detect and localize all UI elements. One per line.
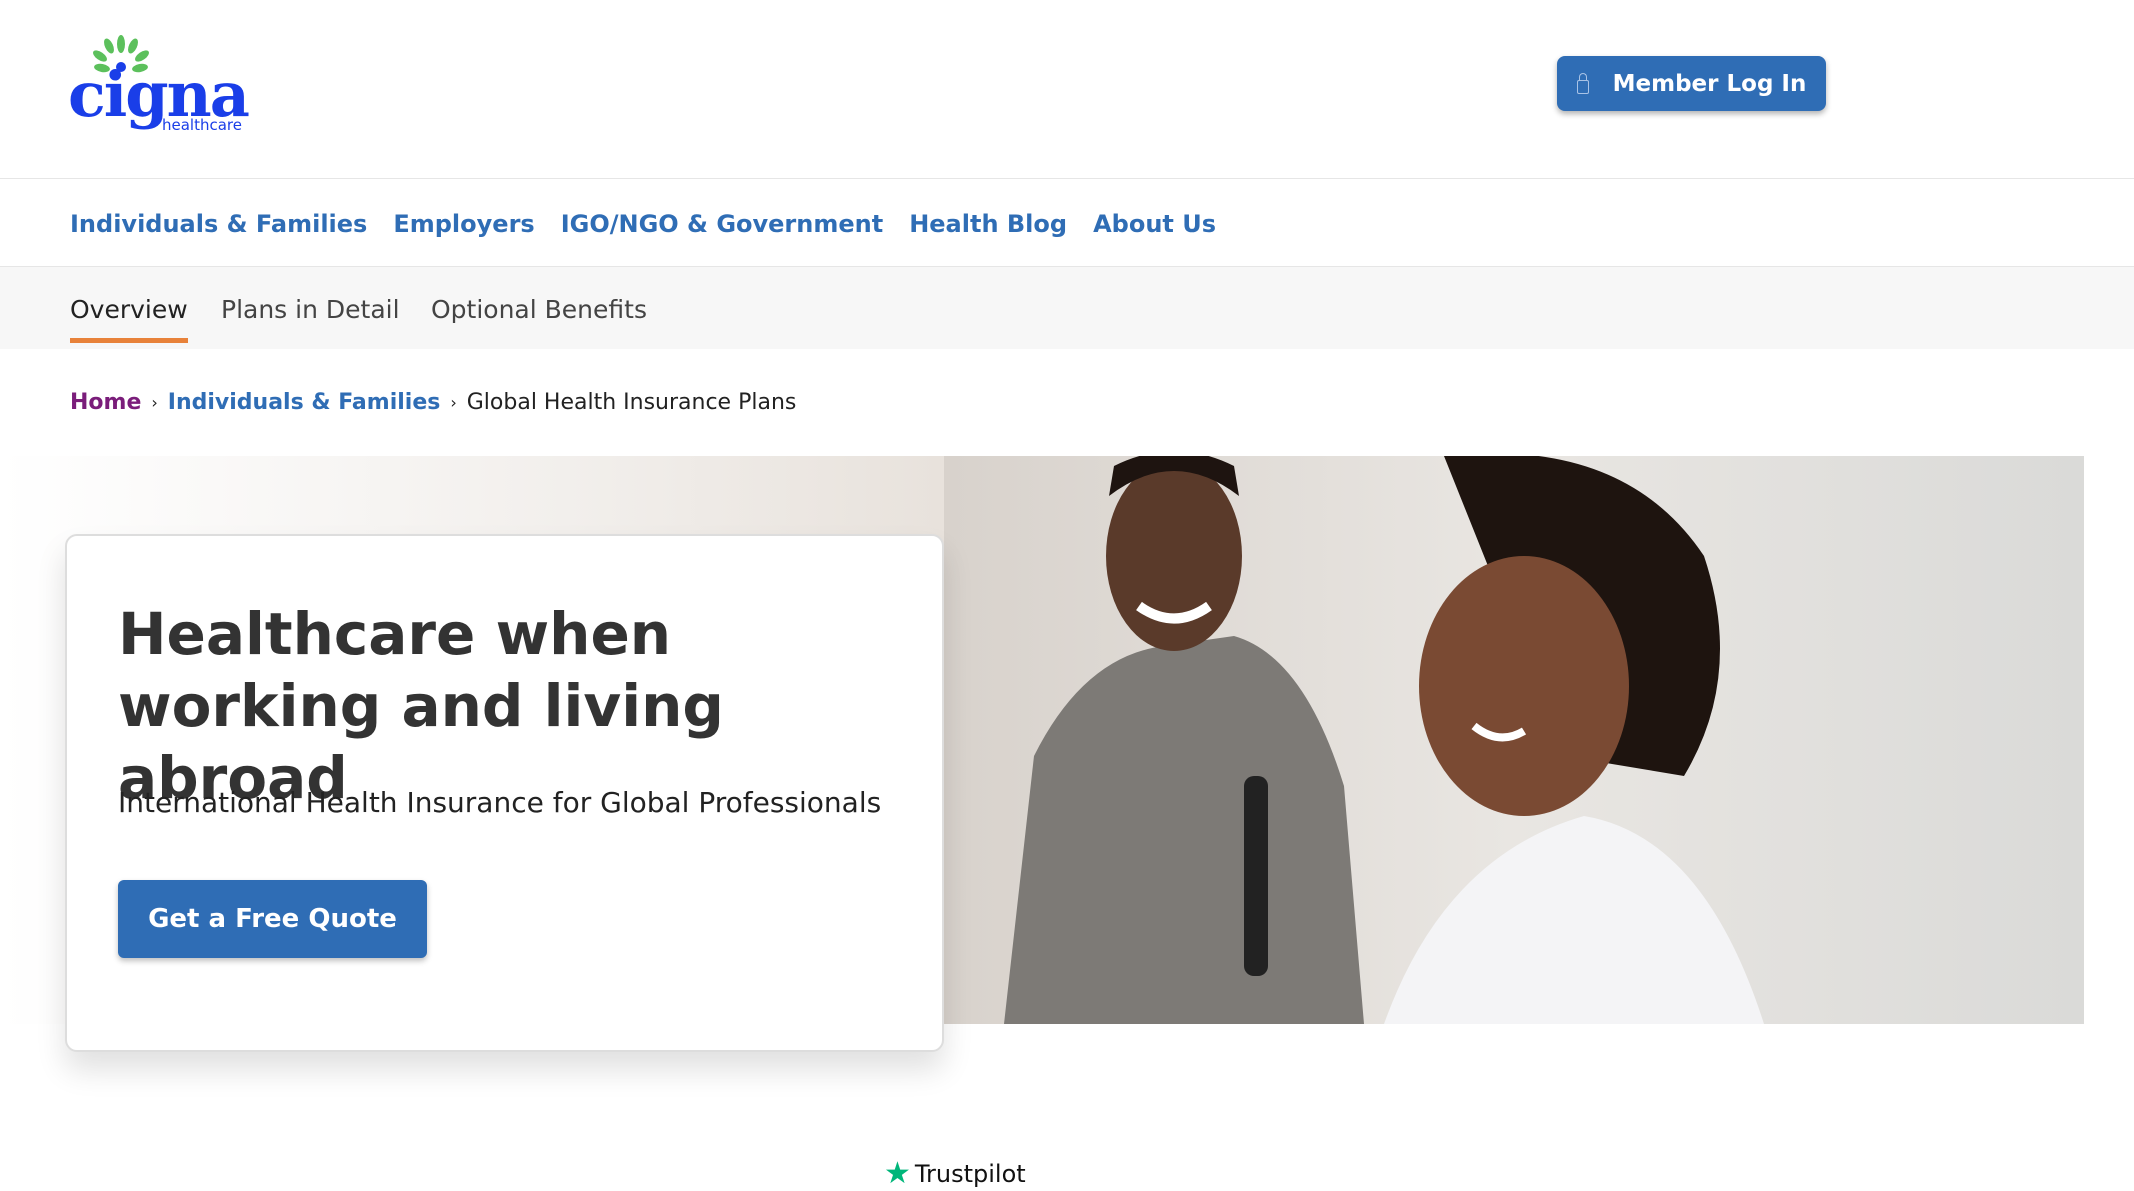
get-free-quote-button[interactable]: Get a Free Quote [118, 880, 427, 958]
lock-icon [1576, 72, 1589, 94]
hero-title: Healthcare when working and living abroa… [118, 600, 724, 812]
star-icon: ★ [884, 1156, 911, 1191]
nav-about-us[interactable]: About Us [1093, 210, 1216, 238]
member-login-button[interactable]: Member Log In [1557, 56, 1826, 111]
breadcrumb-home[interactable]: Home [70, 390, 141, 415]
hero-card: Healthcare when working and living abroa… [65, 534, 944, 1052]
nav-employers[interactable]: Employers [393, 210, 534, 238]
breadcrumb: Home › Individuals & Families › Global H… [70, 390, 796, 415]
cigna-logo[interactable]: cigna healthcare [68, 34, 258, 134]
tab-overview[interactable]: Overview [70, 295, 188, 343]
woman-figure [1384, 456, 1764, 1024]
trustpilot-widget[interactable]: ★ Trustpilot [884, 1156, 1026, 1191]
chevron-right-icon: › [151, 393, 158, 412]
breadcrumb-individuals-families[interactable]: Individuals & Families [168, 390, 441, 415]
site-header: cigna healthcare Member Log In [0, 0, 2134, 179]
tab-optional-benefits[interactable]: Optional Benefits [431, 295, 647, 324]
main-nav: Individuals & Families Employers IGO/NGO… [70, 180, 1216, 267]
hero-subtitle: International Health Insurance for Globa… [118, 786, 882, 819]
tab-plans-in-detail[interactable]: Plans in Detail [221, 295, 400, 324]
chevron-right-icon: › [450, 393, 457, 412]
man-figure [1004, 456, 1364, 1024]
hero-image [944, 456, 2084, 1024]
breadcrumb-current: Global Health Insurance Plans [466, 390, 797, 415]
nav-health-blog[interactable]: Health Blog [909, 210, 1067, 238]
nav-individuals-families[interactable]: Individuals & Families [70, 210, 367, 238]
nav-igo-ngo-government[interactable]: IGO/NGO & Government [561, 210, 884, 238]
sub-tabs: Overview Plans in Detail Optional Benefi… [0, 267, 2134, 349]
